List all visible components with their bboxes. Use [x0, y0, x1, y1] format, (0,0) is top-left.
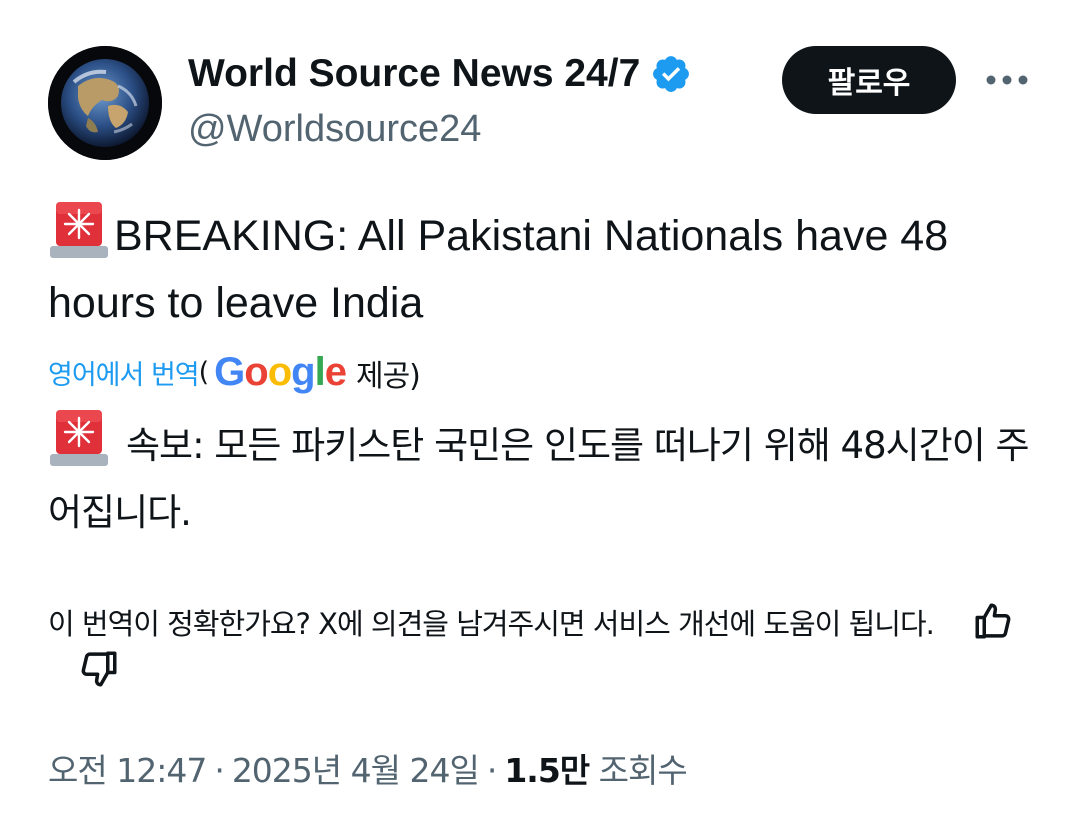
tweet-text-translated: 속보: 모든 파키스탄 국민은 인도를 떠나기 위해 48시간이 주어집니다.	[48, 408, 1038, 546]
thumbs-down-icon[interactable]	[78, 648, 120, 690]
police-car-light-icon	[50, 410, 108, 466]
avatar[interactable]	[48, 46, 162, 160]
separator-dot: ·	[214, 751, 224, 790]
tweet-body-en: BREAKING: All Pakistani Nationals have 4…	[48, 212, 949, 327]
tweet-text-original: BREAKING: All Pakistani Nationals have 4…	[48, 200, 1038, 337]
provided-label: 제공)	[355, 358, 421, 394]
views-count: 1.5만	[504, 751, 590, 790]
verified-badge-icon[interactable]	[650, 53, 692, 95]
open-paren: (	[198, 357, 210, 388]
tweet-meta: 오전 12:47 · 2025년 4월 24일 · 1.5만 조회수	[48, 744, 688, 792]
feedback-text: 이 번역이 정확한가요? X에 의견을 남겨주시면 서비스 개선에 도움이 됩니…	[48, 607, 935, 641]
tweet-time[interactable]: 오전 12:47	[48, 751, 207, 790]
translation-attribution: 영어에서 번역 ( Google 제공)	[48, 350, 421, 395]
author-name-row: World Source News 24/7	[188, 50, 692, 98]
google-logo: Google	[214, 350, 347, 394]
earth-globe-image	[48, 46, 162, 160]
tweet-date[interactable]: 2025년 4월 24일	[232, 751, 480, 790]
police-car-light-icon	[50, 202, 108, 258]
more-horizontal-icon[interactable]	[984, 64, 1030, 96]
views-label: 조회수	[598, 751, 688, 790]
translation-feedback: 이 번역이 정확한가요? X에 의견을 남겨주시면 서비스 개선에 도움이 됩니…	[48, 600, 1028, 696]
author-handle[interactable]: @Worldsource24	[188, 108, 481, 151]
follow-button[interactable]: 팔로우	[782, 46, 956, 114]
display-name[interactable]: World Source News 24/7	[188, 50, 640, 98]
separator-dot: ·	[486, 751, 497, 790]
thumbs-up-icon[interactable]	[972, 600, 1014, 642]
tweet-body-ko: 속보: 모든 파키스탄 국민은 인도를 떠나기 위해 48시간이 주어집니다.	[48, 424, 1030, 534]
translated-from-link[interactable]: 영어에서 번역	[48, 353, 200, 392]
